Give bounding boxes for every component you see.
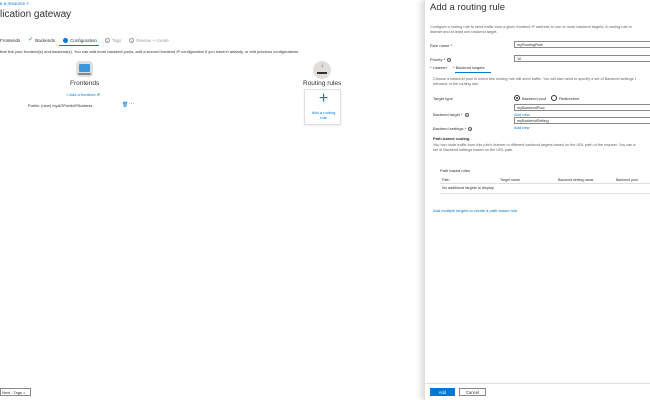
backend-settings-select[interactable]: myBackendSetting [514, 117, 650, 124]
backend-settings-label-text: Backend settings * [433, 126, 467, 131]
backend-pool-radio-label: Backend pool [522, 95, 547, 101]
add-routing-rule-card[interactable]: + Add a routing rule [304, 89, 341, 125]
step-configuration[interactable]: Configuration [63, 37, 97, 43]
tab-backend-targets[interactable]: * Backend targets [453, 65, 485, 72]
blade-description-line2: listener and at least one backend target… [430, 30, 498, 34]
path-description-line2: set of Backend settings based on the URL… [433, 148, 514, 152]
frontends-heading: Frontends [70, 80, 100, 87]
rule-tabs: * Listener * Backend targets [430, 65, 490, 72]
wizard-steps: Frontends ✓ Backends Configuration 5 Tag… [0, 36, 177, 44]
add-routing-rule-blade: Add a routing rule Configure a routing r… [424, 0, 650, 400]
breadcrumb[interactable]: e a resource > [0, 1, 29, 6]
table-header: Path Target name Backend setting name Ba… [440, 178, 650, 184]
step-label: Tags [111, 37, 122, 43]
column-backend-setting-name: Backend setting name [558, 178, 594, 182]
cancel-button[interactable]: Cancel [459, 388, 486, 396]
create-app-gateway-page: e a resource > lication gateway ··· Fron… [0, 0, 424, 400]
target-type-label: Target type [433, 96, 453, 101]
backend-pool-radio[interactable]: Backend pool [514, 95, 546, 101]
radio-empty-icon [551, 95, 557, 101]
path-based-routing-heading: Path-based routing [433, 136, 470, 141]
frontend-monitor-icon [76, 61, 93, 77]
step-frontends[interactable]: Frontends [0, 38, 20, 43]
step-label: Review + create [136, 37, 169, 43]
priority-label-text: Priority * [430, 57, 446, 62]
add-routing-rule-label: Add a routing rule [305, 110, 342, 120]
backend-settings-label: Backend settings * i [433, 126, 473, 131]
info-icon[interactable]: i [464, 112, 469, 117]
info-icon[interactable]: i [447, 57, 452, 62]
radio-selected-icon [514, 95, 520, 101]
priority-label: Priority * i [430, 57, 452, 62]
redirection-radio-label: Redirection [559, 95, 580, 101]
active-tab-underline [455, 72, 491, 73]
step-number-icon: 6 [129, 37, 135, 44]
frontend-row-label: Public: (new) myAGPublicIPAddress [28, 103, 93, 108]
step-backends[interactable]: ✓ Backends [28, 36, 56, 43]
more-options-icon[interactable]: ··· [63, 10, 69, 16]
redirection-radio[interactable]: Redirection [551, 95, 579, 101]
column-target-name: Target name [500, 178, 520, 182]
trash-icon[interactable]: 🗑 [122, 102, 128, 108]
page-title: lication gateway [0, 9, 72, 20]
active-step-underline [59, 45, 99, 46]
backend-target-label-text: Backend target * [433, 112, 463, 117]
step-review-create[interactable]: 6 Review + create [129, 37, 169, 44]
step-number-icon: 5 [104, 37, 110, 44]
backend-target-select[interactable]: myBackendPool [514, 104, 650, 111]
add-multiple-targets-link[interactable]: Add multiple targets to create a path-ba… [433, 208, 517, 213]
add-frontend-ip-link[interactable]: + Add a frontend IP [66, 92, 100, 97]
blade-title: Add a routing rule [430, 2, 505, 13]
path-based-rules-table: Path based rules Path Target name Backen… [433, 165, 650, 195]
table-divider [440, 193, 650, 194]
step-label: Configuration [70, 37, 97, 43]
info-icon[interactable]: i [468, 126, 473, 131]
tab-listener[interactable]: * Listener [430, 65, 447, 72]
rule-name-input[interactable]: myRoutingRule [514, 41, 650, 48]
add-new-backend-settings-link[interactable]: Add new [514, 125, 530, 130]
backend-description-line2: behavior of the routing rule. [433, 82, 480, 86]
plus-icon: + [318, 90, 329, 107]
column-backend-pool: Backend pool [616, 178, 638, 182]
step-label: Backends [35, 37, 56, 43]
configuration-intro-text: that link your frontend(s) and backend(s… [0, 49, 300, 54]
current-step-icon [63, 37, 69, 43]
path-based-rules-title: Path based rules [440, 168, 471, 173]
column-path: Path [442, 178, 450, 182]
step-tags[interactable]: 5 Tags [104, 37, 122, 44]
rule-name-label: Rule name * [430, 43, 453, 48]
add-button[interactable]: Add [430, 388, 455, 396]
empty-table-message: No additional targets to display [442, 186, 494, 190]
backend-target-label: Backend target * i [433, 112, 469, 117]
priority-input[interactable]: 10 [514, 55, 650, 62]
row-more-icon[interactable]: ··· [129, 101, 135, 107]
step-label: Frontends [0, 37, 21, 43]
footer-divider [425, 383, 650, 384]
frontend-row[interactable]: Public: (new) myAGPublicIPAddress 🗑 ··· [28, 101, 138, 109]
checkmark-icon: ✓ [28, 36, 34, 43]
next-tags-button[interactable]: Next : Tags > [0, 388, 31, 396]
routing-rules-heading: Routing rules [303, 80, 342, 87]
routing-rules-icon: ↓ [313, 61, 331, 79]
add-routing-rule-line2: rule [320, 115, 327, 120]
